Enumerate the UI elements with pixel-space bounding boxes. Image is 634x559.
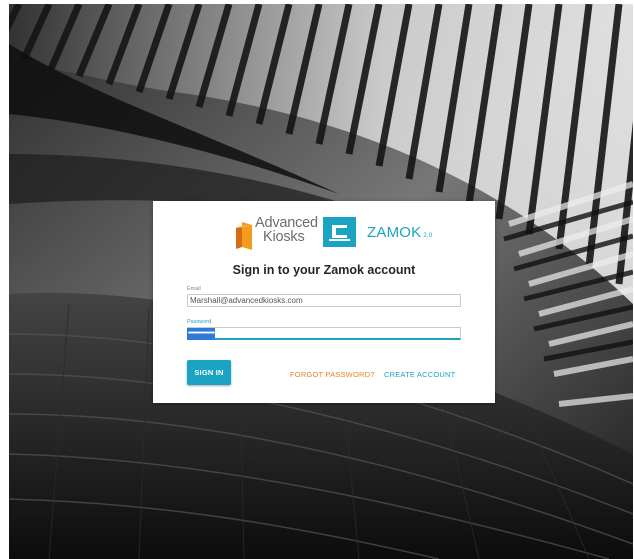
password-field[interactable] [187, 327, 461, 340]
zamok-logo-icon [323, 217, 356, 247]
screen: Advanced Kiosks ZAMOK 2.0 Sign in to your… [0, 0, 634, 559]
email-label: Email [187, 286, 201, 292]
create-account-link[interactable]: CREATE ACCOUNT [384, 370, 455, 379]
login-card: Advanced Kiosks ZAMOK 2.0 Sign in to your… [153, 201, 495, 403]
zamok-logo: ZAMOK 2.0 [323, 217, 433, 247]
zamok-version: 2.0 [423, 233, 433, 239]
advanced-kiosks-line1: Advanced [255, 215, 318, 231]
logo-row: Advanced Kiosks ZAMOK 2.0 [153, 213, 495, 250]
zamok-wordmark: ZAMOK 2.0 [367, 224, 432, 241]
email-field[interactable] [187, 294, 461, 307]
password-label: Password [187, 319, 212, 325]
forgot-password-link[interactable]: FORGOT PASSWORD? [290, 370, 375, 379]
advanced-kiosks-line2: Kiosks [263, 229, 305, 245]
zamok-name: ZAMOK [367, 224, 422, 241]
sign-in-button[interactable]: SIGN IN [187, 360, 231, 385]
page-title: Sign in to your Zamok account [232, 263, 416, 277]
advanced-kiosks-logo-icon [236, 222, 252, 250]
advanced-kiosks-wordmark: Advanced Kiosks [255, 215, 318, 245]
advanced-kiosks-logo: Advanced Kiosks [236, 215, 318, 250]
password-value-selected: •••••••••••••••••• [187, 328, 215, 340]
